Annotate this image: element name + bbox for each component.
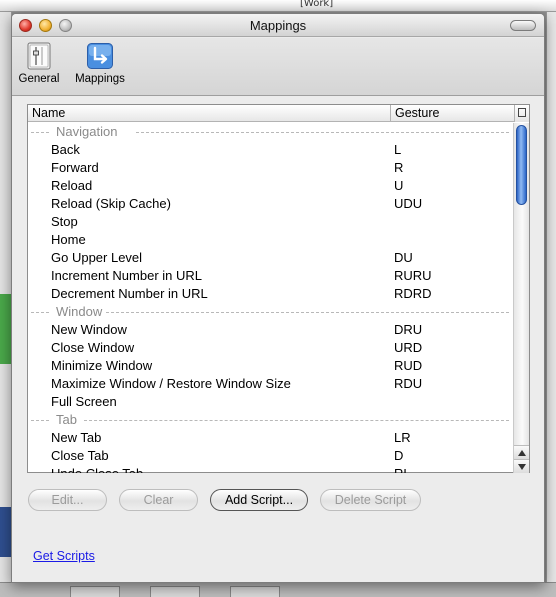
workspace-menu-extra[interactable]: [Work] xyxy=(300,0,333,9)
column-header-name[interactable]: Name xyxy=(32,106,65,120)
mappings-table: Name Gesture Navigation Back L Forward R Relo… xyxy=(27,104,530,473)
table-row[interactable]: Reload (Skip Cache) UDU xyxy=(28,195,513,213)
title-bar[interactable]: Mappings xyxy=(12,14,544,37)
add-script-button[interactable]: Add Script... xyxy=(210,489,308,511)
group-divider-line xyxy=(31,420,49,421)
background-thumbnail xyxy=(70,586,120,597)
action-name-cell: Close Tab xyxy=(51,448,109,463)
mappings-window: Mappings General Mappings Name Gesture N… xyxy=(11,13,545,583)
gesture-cell: R xyxy=(394,160,404,175)
column-divider xyxy=(390,105,391,122)
table-row[interactable]: Undo Close Tab RL xyxy=(28,465,513,473)
action-name-cell: Stop xyxy=(51,214,78,229)
gesture-cell: DU xyxy=(394,250,413,265)
table-row[interactable]: Go Upper Level DU xyxy=(28,249,513,267)
table-row[interactable]: Forward R xyxy=(28,159,513,177)
preferences-toolbar: General Mappings xyxy=(12,38,544,96)
gesture-cell: UDU xyxy=(394,196,423,211)
table-row[interactable]: Minimize Window RUD xyxy=(28,357,513,375)
table-row[interactable]: Close Tab D xyxy=(28,447,513,465)
group-header-row: Tab xyxy=(28,411,513,429)
table-row[interactable]: Back L xyxy=(28,141,513,159)
toolbar-toggle-button[interactable] xyxy=(510,20,536,31)
toolbar-general-button[interactable]: General xyxy=(18,42,60,85)
toolbar-mappings-button[interactable]: Mappings xyxy=(72,42,128,85)
table-row[interactable]: Home xyxy=(28,231,513,249)
group-header-row: Navigation xyxy=(28,123,513,141)
toolbar-mappings-label: Mappings xyxy=(75,73,125,85)
gesture-cell: URD xyxy=(394,340,423,355)
gesture-cell: RUD xyxy=(394,358,423,373)
action-name-cell: Increment Number in URL xyxy=(51,268,202,283)
table-row[interactable]: Increment Number in URL RURU xyxy=(28,267,513,285)
table-header: Name Gesture xyxy=(28,105,529,122)
gesture-cell: L xyxy=(394,142,402,157)
table-row[interactable]: Full Screen xyxy=(28,393,513,411)
group-label: Window xyxy=(56,304,103,319)
group-divider-line xyxy=(31,132,49,133)
scroll-down-arrow-icon[interactable] xyxy=(514,459,529,473)
toolbar-general-label: General xyxy=(18,73,60,85)
gesture-cell: RL xyxy=(394,466,411,473)
table-row[interactable]: Maximize Window / Restore Window Size RDU xyxy=(28,375,513,393)
action-name-cell: Reload (Skip Cache) xyxy=(51,196,171,211)
gesture-cell: LR xyxy=(394,430,411,445)
action-name-cell: Decrement Number in URL xyxy=(51,286,208,301)
background-window-right xyxy=(546,12,556,597)
table-row[interactable]: Reload U xyxy=(28,177,513,195)
action-name-cell: Minimize Window xyxy=(51,358,153,373)
action-name-cell: Go Upper Level xyxy=(51,250,143,265)
table-rows: Navigation Back L Forward R Reload U Reload (Sk… xyxy=(28,123,513,473)
vertical-scrollbar[interactable] xyxy=(513,123,529,473)
group-divider-line xyxy=(106,312,509,313)
gesture-cell: U xyxy=(394,178,404,193)
column-header-gesture[interactable]: Gesture xyxy=(395,106,439,120)
switch-icon xyxy=(27,42,51,70)
group-divider-line xyxy=(31,312,49,313)
gesture-cell: RURU xyxy=(394,268,432,283)
action-name-cell: Reload xyxy=(51,178,93,193)
action-name-cell: New Window xyxy=(51,322,127,337)
action-name-cell: Maximize Window / Restore Window Size xyxy=(51,376,291,391)
background-dock-strip xyxy=(0,582,556,597)
group-label: Navigation xyxy=(56,124,118,139)
action-name-cell: Undo Close Tab xyxy=(51,466,143,473)
table-row[interactable]: New Tab LR xyxy=(28,429,513,447)
background-thumbnail xyxy=(150,586,200,597)
edit-button[interactable]: Edit... xyxy=(28,489,107,511)
table-row[interactable]: Stop xyxy=(28,213,513,231)
scrollbar-thumb[interactable] xyxy=(516,125,527,205)
desktop-menubar: [Work] xyxy=(0,0,556,12)
action-name-cell: Back xyxy=(51,142,80,157)
mapping-arrow-icon xyxy=(87,43,113,69)
action-name-cell: Home xyxy=(51,232,86,247)
group-header-row: Window xyxy=(28,303,513,321)
clear-button[interactable]: Clear xyxy=(119,489,198,511)
gesture-cell: D xyxy=(394,448,404,463)
column-options-icon[interactable] xyxy=(514,105,529,122)
background-thumbnail xyxy=(230,586,280,597)
group-divider-line xyxy=(136,132,509,133)
get-scripts-link[interactable]: Get Scripts xyxy=(33,549,95,563)
action-name-cell: Close Window xyxy=(51,340,135,355)
group-label: Tab xyxy=(56,412,77,427)
delete-script-button[interactable]: Delete Script xyxy=(320,489,421,511)
table-row[interactable]: Decrement Number in URL RDRD xyxy=(28,285,513,303)
table-row[interactable]: New Window DRU xyxy=(28,321,513,339)
gesture-cell: RDRD xyxy=(394,286,432,301)
window-title: Mappings xyxy=(249,18,307,33)
gesture-cell: RDU xyxy=(394,376,423,391)
action-name-cell: Full Screen xyxy=(51,394,117,409)
action-name-cell: Forward xyxy=(51,160,99,175)
scroll-up-arrow-icon[interactable] xyxy=(514,445,529,459)
action-name-cell: New Tab xyxy=(51,430,102,445)
gesture-cell: DRU xyxy=(394,322,423,337)
table-row[interactable]: Close Window URD xyxy=(28,339,513,357)
group-divider-line xyxy=(84,420,509,421)
